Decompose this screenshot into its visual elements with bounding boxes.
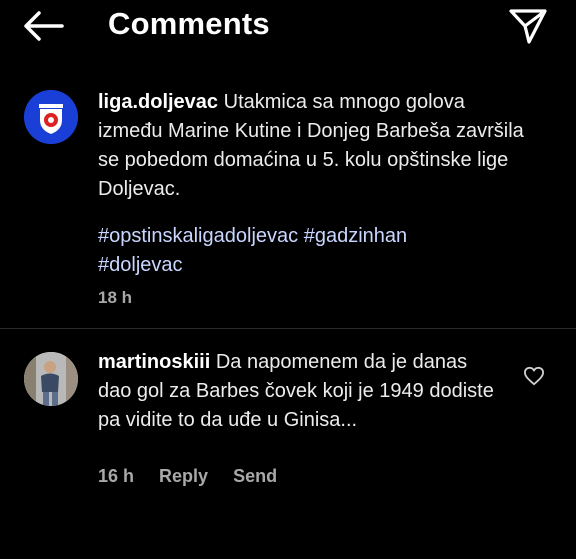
club-crest-icon	[24, 90, 78, 144]
back-arrow-icon[interactable]	[22, 8, 64, 44]
post-username[interactable]: liga.doljevac	[98, 91, 218, 113]
avatar[interactable]	[24, 90, 78, 144]
reply-button[interactable]: Reply	[159, 466, 208, 486]
avatar[interactable]	[24, 352, 78, 406]
page-title: Comments	[108, 6, 270, 41]
heart-icon[interactable]	[523, 366, 545, 386]
comment-timestamp: 16 h	[98, 466, 135, 486]
post-text: liga.doljevac Utakmica sa mnogo golova i…	[98, 88, 528, 204]
post-timestamp: 18 h	[98, 288, 133, 307]
hashtag-link[interactable]: #gadzinhan	[304, 225, 407, 247]
hashtags: #opstinskaligadoljevac #gadzinhan #dolje…	[98, 222, 538, 280]
profile-photo-icon	[24, 352, 78, 406]
divider	[0, 328, 576, 329]
send-button[interactable]: Send	[233, 466, 277, 486]
paper-plane-icon[interactable]	[508, 6, 548, 46]
hashtag-link[interactable]: #doljevac	[98, 254, 183, 276]
comment-username[interactable]: martinoskiii	[98, 351, 210, 373]
header: Comments	[0, 0, 576, 60]
comment-actions: 16 h Reply Send	[98, 466, 297, 487]
comment-text: martinoskiii Da napomenem da je danas da…	[98, 348, 498, 435]
hashtag-link[interactable]: #opstinskaligadoljevac	[98, 225, 298, 247]
